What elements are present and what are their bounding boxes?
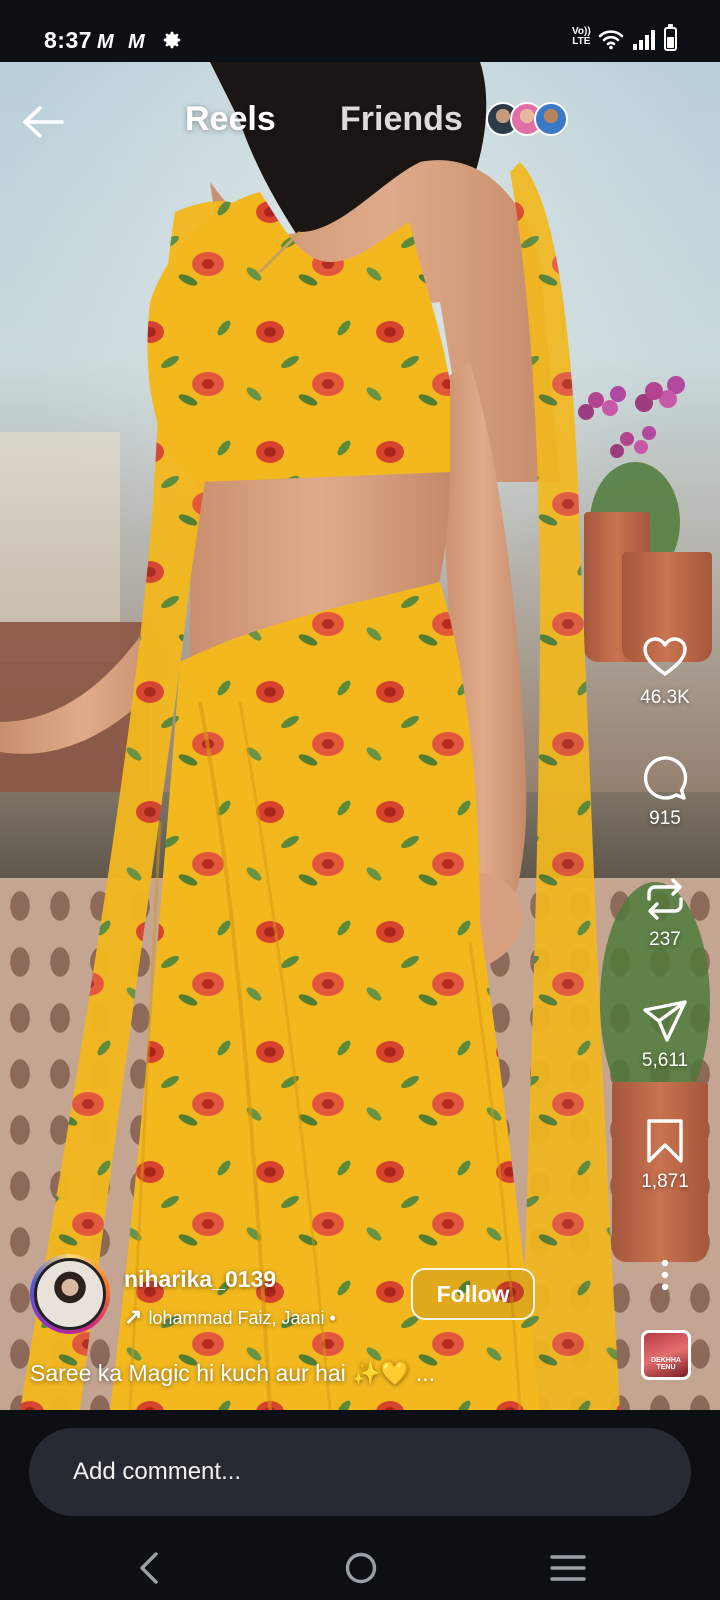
arrow-up-right-icon: ↗ bbox=[124, 1304, 143, 1329]
gear-icon bbox=[163, 31, 181, 49]
wifi-icon bbox=[598, 30, 624, 50]
audio-title: lohammad Faiz, Jaani • bbox=[148, 1308, 336, 1328]
notification-m-icon: M bbox=[97, 31, 114, 53]
reel-video[interactable] bbox=[0, 62, 720, 1410]
bookmark-icon bbox=[647, 1119, 683, 1163]
comment-count: 915 bbox=[649, 808, 681, 829]
save-count: 1,871 bbox=[641, 1171, 689, 1192]
heart-icon bbox=[643, 637, 687, 676]
save-button[interactable]: 1,871 bbox=[622, 1117, 708, 1193]
comment-bubble-icon bbox=[643, 756, 688, 800]
more-vertical-icon[interactable] bbox=[650, 1258, 680, 1292]
repost-icon bbox=[647, 878, 683, 920]
comment-button[interactable]: 915 bbox=[622, 754, 708, 830]
tab-friends[interactable]: Friends bbox=[340, 100, 463, 139]
signal-icon bbox=[633, 30, 655, 50]
friend-avatars[interactable] bbox=[486, 102, 576, 140]
like-count: 46.3K bbox=[640, 687, 690, 708]
woman-in-yellow-saree bbox=[0, 62, 620, 1410]
follow-button[interactable]: Follow bbox=[411, 1268, 535, 1320]
comment-input[interactable] bbox=[73, 1428, 633, 1516]
send-icon bbox=[643, 1000, 687, 1042]
author-username[interactable]: niharika_0139 bbox=[124, 1266, 276, 1293]
friend-avatar bbox=[534, 102, 568, 136]
nav-back-icon[interactable] bbox=[130, 1548, 170, 1588]
audio-thumbnail[interactable]: DEKHHA TENU bbox=[641, 1330, 691, 1380]
battery-icon bbox=[664, 24, 677, 51]
top-nav: Reels Friends bbox=[0, 62, 720, 182]
nav-recents-icon[interactable] bbox=[548, 1548, 588, 1588]
tab-reels[interactable]: Reels bbox=[185, 100, 276, 139]
comment-box[interactable] bbox=[29, 1428, 691, 1516]
status-bar: 8:37 M M Vo)) LTE bbox=[0, 0, 720, 62]
arrow-left-icon[interactable] bbox=[20, 102, 66, 142]
audio-thumbnail-text: DEKHHA TENU bbox=[651, 1357, 681, 1371]
share-button[interactable]: 5,611 bbox=[622, 996, 708, 1072]
volte-icon: Vo)) LTE bbox=[572, 26, 591, 47]
audio-info[interactable]: ↗ lohammad Faiz, Jaani • bbox=[124, 1304, 336, 1330]
notification-m-icon: M bbox=[128, 31, 145, 53]
share-count: 5,611 bbox=[641, 1050, 689, 1071]
remix-button[interactable]: 237 bbox=[622, 875, 708, 951]
bottom-bar bbox=[0, 1410, 720, 1600]
remix-count: 237 bbox=[649, 929, 681, 950]
author-avatar[interactable] bbox=[30, 1254, 110, 1334]
nav-home-icon[interactable] bbox=[341, 1548, 381, 1588]
like-button[interactable]: 46.3K bbox=[622, 633, 708, 709]
status-time: 8:37 bbox=[44, 27, 93, 53]
post-caption[interactable]: Saree ka Magic hi kuch aur hai ✨💛 ... bbox=[30, 1360, 435, 1387]
